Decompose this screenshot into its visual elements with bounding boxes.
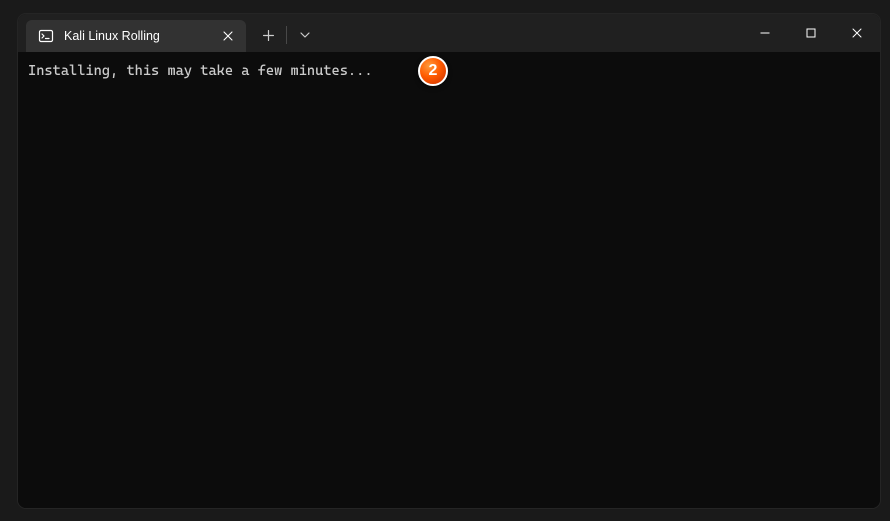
terminal-icon [38, 28, 54, 44]
new-tab-button[interactable] [252, 19, 284, 51]
annotation-badge: 2 [418, 56, 448, 86]
titlebar-drag-area[interactable] [321, 14, 742, 52]
minimize-button[interactable] [742, 14, 788, 52]
tab-actions [246, 14, 321, 52]
tab-title: Kali Linux Rolling [64, 29, 210, 43]
titlebar: Kali Linux Rolling [18, 14, 880, 52]
annotation-number: 2 [429, 62, 438, 80]
terminal-window: Kali Linux Rolling [18, 14, 880, 508]
tab-kali-linux[interactable]: Kali Linux Rolling [26, 20, 246, 52]
window-controls [742, 14, 880, 52]
close-window-button[interactable] [834, 14, 880, 52]
terminal-output[interactable]: Installing, this may take a few minutes.… [18, 52, 880, 508]
tabs-area: Kali Linux Rolling [18, 14, 246, 52]
tab-dropdown-button[interactable] [289, 19, 321, 51]
terminal-line: Installing, this may take a few minutes.… [28, 63, 373, 79]
tab-close-button[interactable] [220, 28, 236, 44]
tab-divider [286, 26, 287, 44]
maximize-button[interactable] [788, 14, 834, 52]
